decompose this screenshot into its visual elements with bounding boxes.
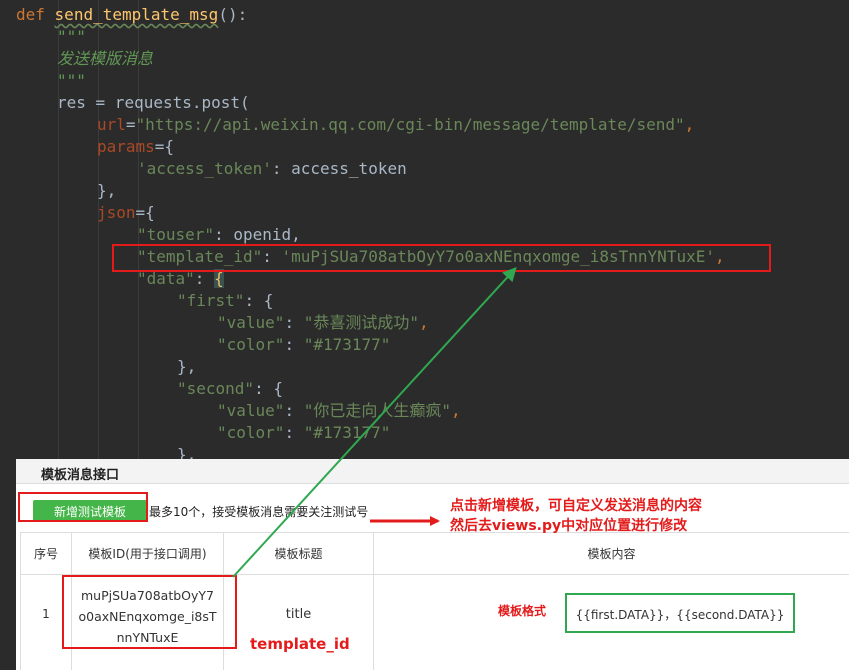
green-arrow-to-template-id bbox=[232, 267, 517, 578]
annotation-arrows bbox=[232, 267, 517, 578]
